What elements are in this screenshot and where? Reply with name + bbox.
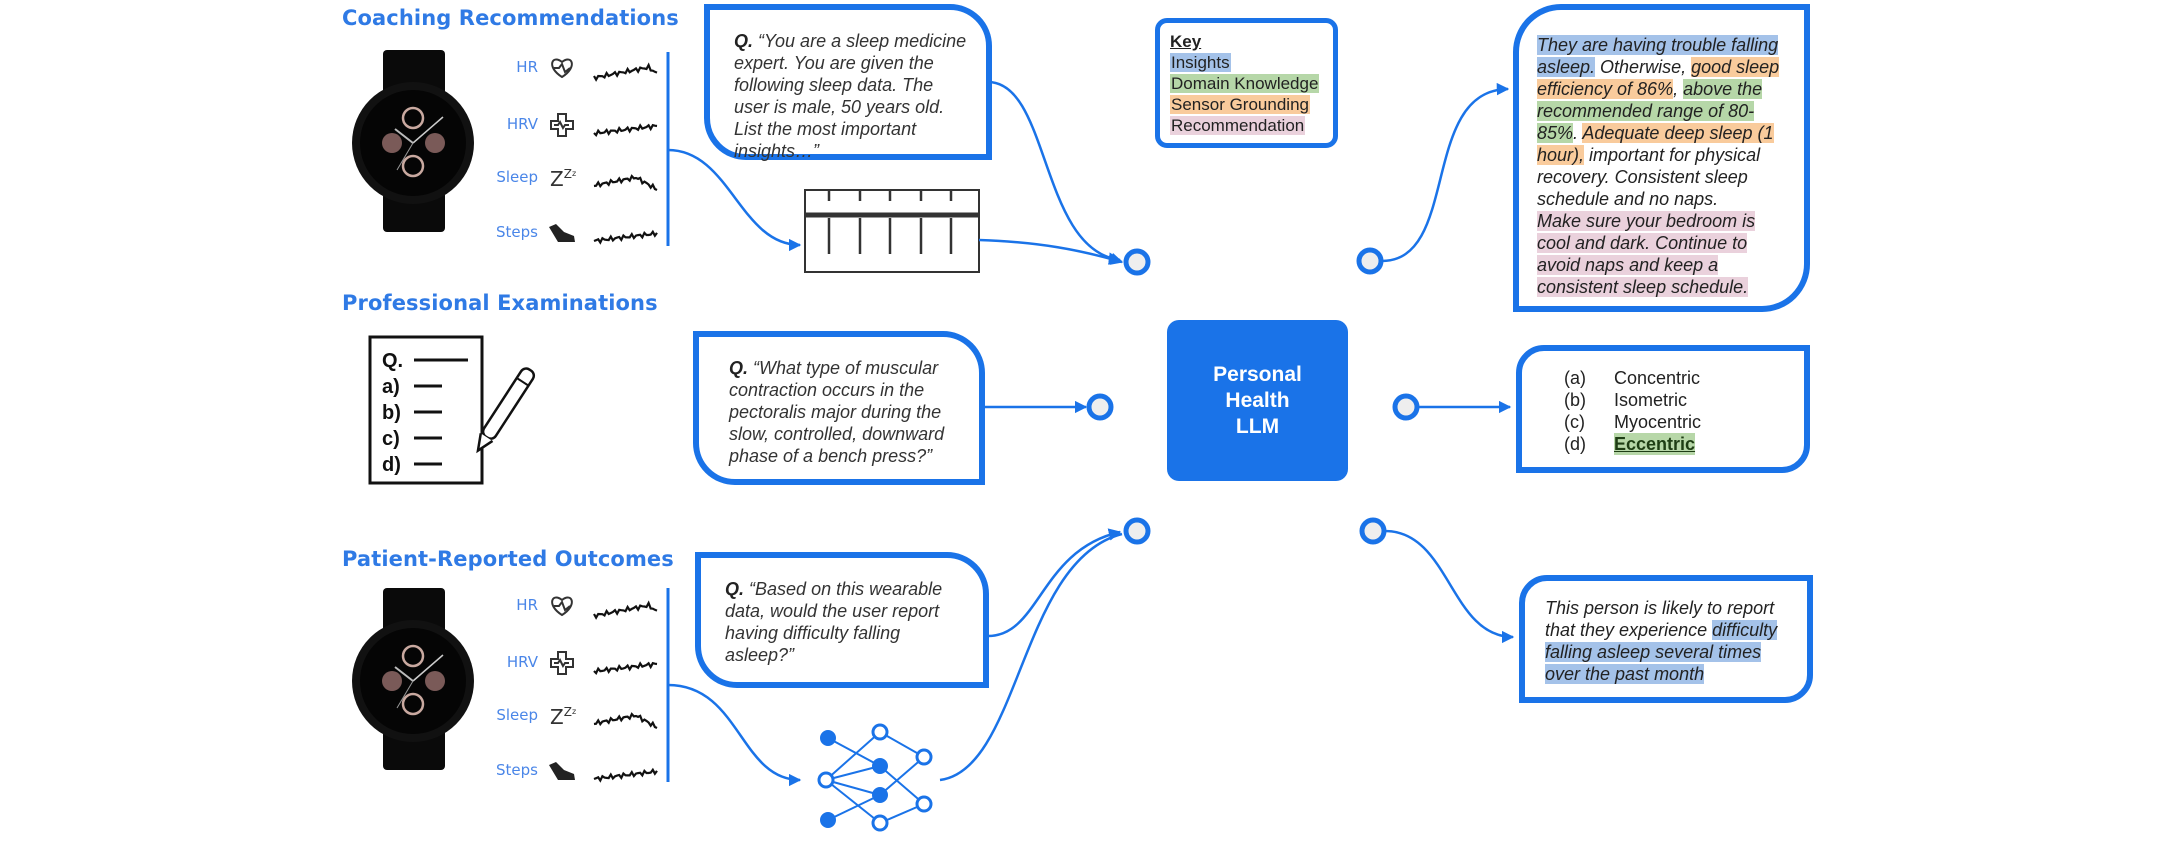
model-label-line1: Personal [1213, 362, 1302, 386]
exam-paper-icon: Q. a) b) c) d) [368, 335, 536, 485]
metric-label-hrv: HRV [506, 653, 538, 671]
metric-label-sleep: Sleep [496, 168, 538, 186]
sneaker-icon [549, 762, 575, 780]
option-text: Isometric [1614, 390, 1688, 410]
option-text: Myocentric [1614, 412, 1702, 432]
section-title-outcomes: Patient-Reported Outcomes [342, 547, 674, 571]
answer-segment-none: . [1573, 123, 1583, 143]
answer-option: (c) Myocentric [1564, 411, 1804, 433]
legend-item-sensor-grounding: Sensor Grounding [1170, 95, 1310, 114]
heart-pulse-icon [551, 596, 573, 617]
smartwatch-icon [352, 588, 474, 770]
diagram-canvas: ZZz ZZz Q. a) b) c) d) [352, 50, 1515, 832]
model-output-port-3[interactable] [1359, 517, 1387, 545]
neural-network-icon [817, 723, 933, 832]
metric-label-steps: Steps [496, 223, 538, 241]
model-label-line2: Health [1225, 388, 1290, 412]
question-text: “What type of muscular contraction occur… [729, 358, 945, 466]
option-letter: (c) [1564, 412, 1585, 432]
metric-label-hr: HR [516, 58, 538, 76]
legend-item-recommendation: Recommendation [1170, 116, 1306, 135]
question-text: “Based on this wearable data, would the … [725, 579, 943, 665]
answer-box-coaching: They are having trouble falling asleep. … [1513, 4, 1810, 312]
correct-option-text: Eccentric [1614, 433, 1696, 455]
exam-line-label: Q. [382, 350, 403, 372]
answer-box-exams: (a) Concentric (b) Isometric (c) Myocentric (d… [1516, 345, 1810, 473]
answer-segment-none: Otherwise, [1595, 57, 1692, 77]
model-label-line3: LLM [1235, 414, 1280, 438]
exam-line-label: c) [382, 428, 400, 450]
sensor-sparkline [593, 229, 658, 245]
metric-label-hr: HR [516, 596, 538, 614]
metric-label-hrv: HRV [506, 115, 538, 133]
connector-q1-to-model [987, 80, 1122, 265]
sensor-sparkline [593, 767, 658, 783]
sleep-zzz-icon: ZZz [550, 705, 576, 729]
answer-segment-none: , [1673, 79, 1684, 99]
metric-icons-group: ZZz [549, 596, 658, 783]
option-letter: (b) [1564, 390, 1586, 410]
answer-option: (a) Concentric [1564, 367, 1804, 389]
sensor-sparkline [593, 712, 658, 729]
model-input-port-1[interactable] [1123, 248, 1151, 276]
metric-label-steps: Steps [496, 761, 538, 779]
question-box-exams: Q. “What type of muscular contraction oc… [693, 331, 985, 485]
metric-label-sleep: Sleep [496, 706, 538, 724]
sensor-sparkline [593, 174, 658, 191]
section-title-exams: Professional Examinations [342, 291, 658, 315]
table-icon [804, 189, 980, 273]
legend-item-domain-knowledge: Domain Knowledge [1170, 74, 1320, 93]
legend-key: Key Insights Domain Knowledge Sensor Gro… [1155, 18, 1338, 148]
sleep-zzz-icon: ZZz [550, 167, 576, 191]
model-output-port-2[interactable] [1392, 393, 1420, 421]
question-prefix: Q. [725, 579, 745, 599]
answer-segment-rec: Make sure your bedroom is cool and dark.… [1537, 211, 1756, 297]
question-box-outcomes: Q. “Based on this wearable data, would t… [695, 552, 989, 688]
connector-q3-to-model [987, 528, 1122, 638]
answer-option: (d) Eccentric [1564, 433, 1804, 455]
metric-icons-group: ZZz [549, 58, 658, 245]
smartwatch-icon [352, 50, 474, 232]
sensor-sparkline [593, 600, 658, 620]
connector-data-to-table [667, 148, 802, 252]
connector-data-to-nn [667, 683, 802, 787]
model-input-port-3[interactable] [1123, 517, 1151, 545]
answer-box-outcomes: This person is likely to report that the… [1519, 575, 1813, 703]
model-input-port-2[interactable] [1086, 393, 1114, 421]
section-title-coaching: Coaching Recommendations [342, 6, 679, 30]
exam-line-label: a) [382, 376, 400, 398]
option-letter: (d) [1564, 434, 1586, 454]
answer-option: (b) Isometric [1564, 389, 1804, 411]
question-prefix: Q. [729, 358, 749, 378]
question-text: “You are a sleep medicine expert. You ar… [734, 31, 967, 161]
heart-pulse-icon [551, 58, 573, 79]
sensor-sparkline [593, 661, 658, 675]
medical-cross-icon [550, 113, 574, 137]
option-letter: (a) [1564, 368, 1586, 388]
exam-line-label: d) [382, 454, 401, 476]
sensor-sparkline [593, 62, 658, 82]
exam-line-label: b) [382, 402, 401, 424]
connector-model-to-ans1 [1381, 82, 1510, 263]
legend-item-insights: Insights [1170, 53, 1231, 72]
personal-health-llm-node[interactable]: Personal Health LLM [1167, 320, 1348, 481]
option-text: Concentric [1614, 368, 1701, 388]
medical-cross-icon [550, 651, 574, 675]
connector-table-to-model [978, 238, 1124, 265]
sneaker-icon [549, 224, 575, 242]
question-prefix: Q. [734, 31, 754, 51]
question-box-coaching: Q. “You are a sleep medicine expert. You… [704, 4, 992, 161]
connector-model-to-ans3 [1384, 529, 1515, 644]
sensor-sparkline [593, 123, 658, 137]
model-output-port-1[interactable] [1356, 247, 1384, 275]
legend-title: Key [1170, 32, 1202, 51]
